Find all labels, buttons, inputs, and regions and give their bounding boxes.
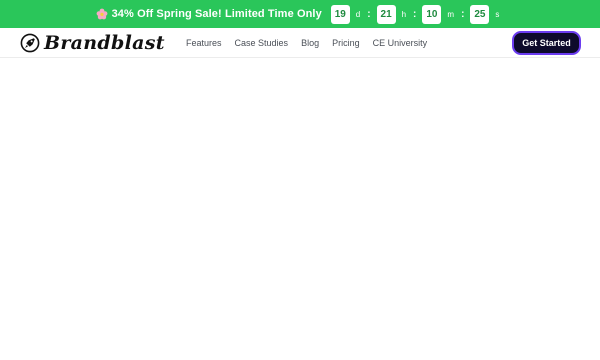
nav-link-pricing[interactable]: Pricing — [332, 38, 360, 48]
nav-link-features[interactable]: Features — [186, 38, 222, 48]
countdown-days: 19 — [330, 4, 350, 24]
countdown-unit-minutes: m — [447, 9, 455, 19]
flower-icon — [96, 8, 107, 20]
nav-link-ce-university[interactable]: CE University — [373, 38, 428, 48]
countdown-minutes: 10 — [422, 4, 442, 24]
brand-logo[interactable]: Brandblast — [20, 32, 165, 54]
countdown-separator: : — [367, 8, 371, 20]
promo-banner: 34% Off Spring Sale! Limited Time Only 1… — [0, 0, 600, 28]
countdown-separator: : — [413, 8, 417, 20]
countdown-unit-days: d — [355, 9, 361, 19]
countdown-hours: 21 — [376, 4, 396, 24]
countdown-unit-hours: h — [401, 9, 407, 19]
promo-message: 34% Off Spring Sale! Limited Time Only — [96, 8, 322, 20]
rocket-icon — [20, 33, 40, 53]
countdown-seconds: 25 — [470, 4, 490, 24]
main-nav: Features Case Studies Blog Pricing CE Un… — [186, 28, 440, 58]
site-header: Brandblast Features Case Studies Blog Pr… — [0, 28, 600, 58]
nav-link-case-studies[interactable]: Case Studies — [235, 38, 289, 48]
brand-name: Brandblast — [44, 32, 165, 54]
countdown-separator: : — [461, 8, 465, 20]
promo-text: 34% Off Spring Sale! Limited Time Only — [111, 8, 322, 20]
countdown-unit-seconds: s — [495, 9, 500, 19]
get-started-button[interactable]: Get Started — [512, 31, 581, 55]
nav-link-blog[interactable]: Blog — [301, 38, 319, 48]
